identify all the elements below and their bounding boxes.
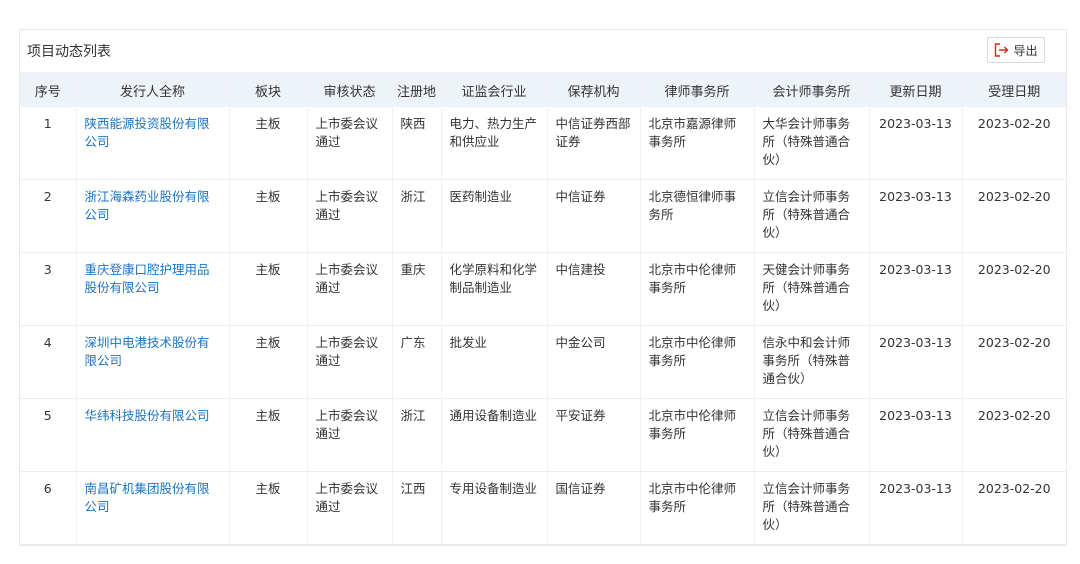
project-table: 序号 发行人全称 板块 审核状态 注册地 证监会行业 保荐机构 律师事务所 会计… xyxy=(20,73,1066,545)
cell-sponsor: 平安证券 xyxy=(546,398,640,472)
panel-title: 项目动态列表 xyxy=(27,44,111,60)
cell-sponsor: 中信证券西部证券 xyxy=(546,107,640,180)
cell-sponsor: 中信证券 xyxy=(546,179,640,253)
cell-sponsor: 中信建投 xyxy=(546,252,640,326)
table-row: 4 深圳中电港技术股份有限公司 主板 上市委会议通过 广东 批发业 中金公司 北… xyxy=(20,325,1066,399)
cell-review-status: 上市委会议通过 xyxy=(306,471,392,545)
cell-update-date: 2023-03-13 xyxy=(868,179,962,253)
cell-industry: 化学原料和化学制品制造业 xyxy=(440,252,547,326)
header-industry[interactable]: 证监会行业 xyxy=(440,73,547,107)
header-law-firm[interactable]: 律师事务所 xyxy=(639,73,754,107)
cell-law-firm: 北京市中伦律师事务所 xyxy=(639,252,754,326)
cell-update-date: 2023-03-13 xyxy=(868,325,962,399)
cell-law-firm: 北京市中伦律师事务所 xyxy=(639,398,754,472)
table-row: 3 重庆登康口腔护理用品股份有限公司 主板 上市委会议通过 重庆 化学原料和化学… xyxy=(20,252,1066,326)
cell-board: 主板 xyxy=(228,107,307,180)
panel-header: 项目动态列表 导出 xyxy=(20,30,1066,73)
header-review-status[interactable]: 审核状态 xyxy=(306,73,392,107)
cell-accounting-firm: 立信会计师事务所（特殊普通合伙） xyxy=(753,398,869,472)
cell-region: 重庆 xyxy=(391,252,441,326)
table-header-row: 序号 发行人全称 板块 审核状态 注册地 证监会行业 保荐机构 律师事务所 会计… xyxy=(20,73,1066,107)
cell-accounting-firm: 立信会计师事务所（特殊普通合伙） xyxy=(753,471,869,545)
cell-update-date: 2023-03-13 xyxy=(868,471,962,545)
header-issuer[interactable]: 发行人全称 xyxy=(75,73,229,107)
cell-law-firm: 北京市中伦律师事务所 xyxy=(639,325,754,399)
issuer-link[interactable]: 重庆登康口腔护理用品股份有限公司 xyxy=(85,262,210,295)
cell-industry: 专用设备制造业 xyxy=(440,471,547,545)
cell-accounting-firm: 立信会计师事务所（特殊普通合伙） xyxy=(753,179,869,253)
cell-accounting-firm: 天健会计师事务所（特殊普通合伙） xyxy=(753,252,869,326)
issuer-link[interactable]: 深圳中电港技术股份有限公司 xyxy=(85,335,210,368)
cell-issuer: 陕西能源投资股份有限公司 xyxy=(75,107,229,180)
cell-index: 4 xyxy=(20,325,76,399)
project-dynamics-panel: 项目动态列表 导出 序号 发行人全称 板块 审核状态 注册地 证监会行业 保荐机… xyxy=(19,29,1067,546)
cell-index: 6 xyxy=(20,471,76,545)
header-accounting-firm[interactable]: 会计师事务所 xyxy=(753,73,869,107)
header-board[interactable]: 板块 xyxy=(228,73,307,107)
export-label: 导出 xyxy=(1013,43,1038,58)
cell-index: 2 xyxy=(20,179,76,253)
issuer-link[interactable]: 南昌矿机集团股份有限公司 xyxy=(85,481,210,514)
cell-accept-date: 2023-02-20 xyxy=(961,179,1066,253)
cell-issuer: 深圳中电港技术股份有限公司 xyxy=(75,325,229,399)
cell-accept-date: 2023-02-20 xyxy=(961,325,1066,399)
cell-issuer: 华纬科技股份有限公司 xyxy=(75,398,229,472)
cell-update-date: 2023-03-13 xyxy=(868,252,962,326)
cell-review-status: 上市委会议通过 xyxy=(306,107,392,180)
cell-index: 3 xyxy=(20,252,76,326)
issuer-link[interactable]: 华纬科技股份有限公司 xyxy=(85,408,210,423)
cell-issuer: 南昌矿机集团股份有限公司 xyxy=(75,471,229,545)
cell-region: 江西 xyxy=(391,471,441,545)
export-icon xyxy=(995,43,1009,57)
issuer-link[interactable]: 浙江海森药业股份有限公司 xyxy=(85,189,210,222)
cell-board: 主板 xyxy=(228,398,307,472)
cell-issuer: 重庆登康口腔护理用品股份有限公司 xyxy=(75,252,229,326)
cell-index: 5 xyxy=(20,398,76,472)
cell-accounting-firm: 信永中和会计师事务所（特殊普通合伙） xyxy=(753,325,869,399)
cell-sponsor: 中金公司 xyxy=(546,325,640,399)
table-row: 5 华纬科技股份有限公司 主板 上市委会议通过 浙江 通用设备制造业 平安证券 … xyxy=(20,398,1066,472)
cell-industry: 医药制造业 xyxy=(440,179,547,253)
cell-region: 浙江 xyxy=(391,398,441,472)
cell-issuer: 浙江海森药业股份有限公司 xyxy=(75,179,229,253)
export-button[interactable]: 导出 xyxy=(987,37,1045,63)
cell-law-firm: 北京市嘉源律师事务所 xyxy=(639,107,754,180)
cell-region: 陕西 xyxy=(391,107,441,180)
cell-review-status: 上市委会议通过 xyxy=(306,252,392,326)
cell-review-status: 上市委会议通过 xyxy=(306,325,392,399)
cell-update-date: 2023-03-13 xyxy=(868,107,962,180)
header-region[interactable]: 注册地 xyxy=(391,73,441,107)
header-accept-date[interactable]: 受理日期 xyxy=(961,73,1066,107)
cell-industry: 电力、热力生产和供应业 xyxy=(440,107,547,180)
cell-board: 主板 xyxy=(228,471,307,545)
cell-sponsor: 国信证券 xyxy=(546,471,640,545)
header-index[interactable]: 序号 xyxy=(20,73,76,107)
cell-review-status: 上市委会议通过 xyxy=(306,179,392,253)
cell-board: 主板 xyxy=(228,252,307,326)
table-row: 1 陕西能源投资股份有限公司 主板 上市委会议通过 陕西 电力、热力生产和供应业… xyxy=(20,107,1066,180)
cell-index: 1 xyxy=(20,107,76,180)
cell-accounting-firm: 大华会计师事务所（特殊普通合伙） xyxy=(753,107,869,180)
cell-board: 主板 xyxy=(228,179,307,253)
header-update-date[interactable]: 更新日期 xyxy=(868,73,962,107)
cell-accept-date: 2023-02-20 xyxy=(961,252,1066,326)
cell-industry: 通用设备制造业 xyxy=(440,398,547,472)
header-sponsor[interactable]: 保荐机构 xyxy=(546,73,640,107)
cell-accept-date: 2023-02-20 xyxy=(961,107,1066,180)
cell-update-date: 2023-03-13 xyxy=(868,398,962,472)
cell-review-status: 上市委会议通过 xyxy=(306,398,392,472)
cell-law-firm: 北京市中伦律师事务所 xyxy=(639,471,754,545)
issuer-link[interactable]: 陕西能源投资股份有限公司 xyxy=(85,116,210,149)
table-row: 6 南昌矿机集团股份有限公司 主板 上市委会议通过 江西 专用设备制造业 国信证… xyxy=(20,471,1066,545)
cell-industry: 批发业 xyxy=(440,325,547,399)
cell-accept-date: 2023-02-20 xyxy=(961,398,1066,472)
cell-law-firm: 北京德恒律师事务所 xyxy=(639,179,754,253)
cell-region: 浙江 xyxy=(391,179,441,253)
table-row: 2 浙江海森药业股份有限公司 主板 上市委会议通过 浙江 医药制造业 中信证券 … xyxy=(20,179,1066,253)
cell-board: 主板 xyxy=(228,325,307,399)
cell-region: 广东 xyxy=(391,325,441,399)
cell-accept-date: 2023-02-20 xyxy=(961,471,1066,545)
